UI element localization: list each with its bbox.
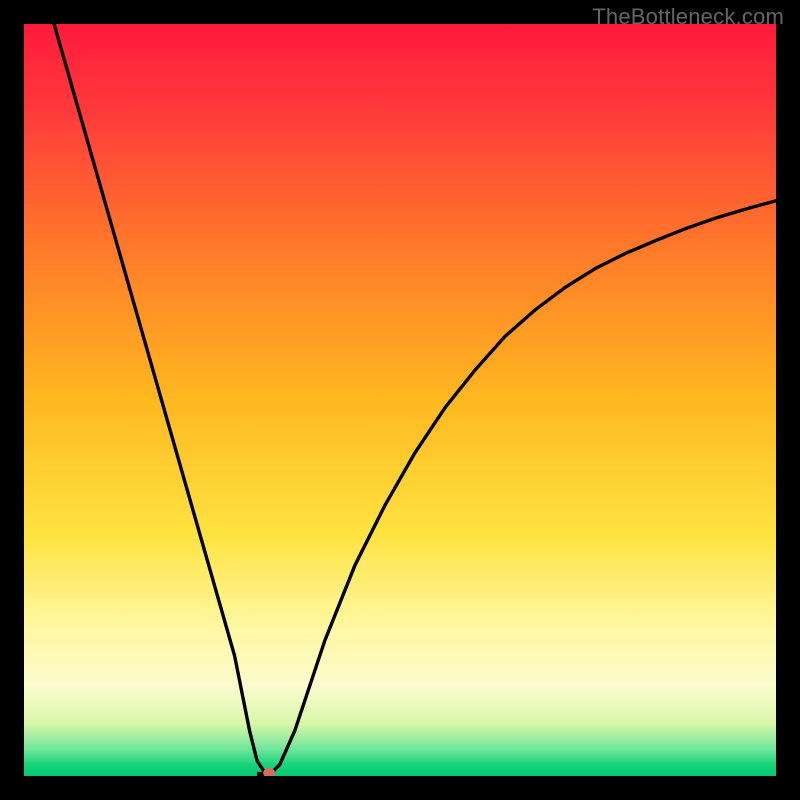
- watermark-text: TheBottleneck.com: [592, 4, 784, 30]
- chart-frame: TheBottleneck.com: [0, 0, 800, 800]
- bottleneck-chart: [24, 24, 776, 776]
- gradient-background: [24, 24, 776, 776]
